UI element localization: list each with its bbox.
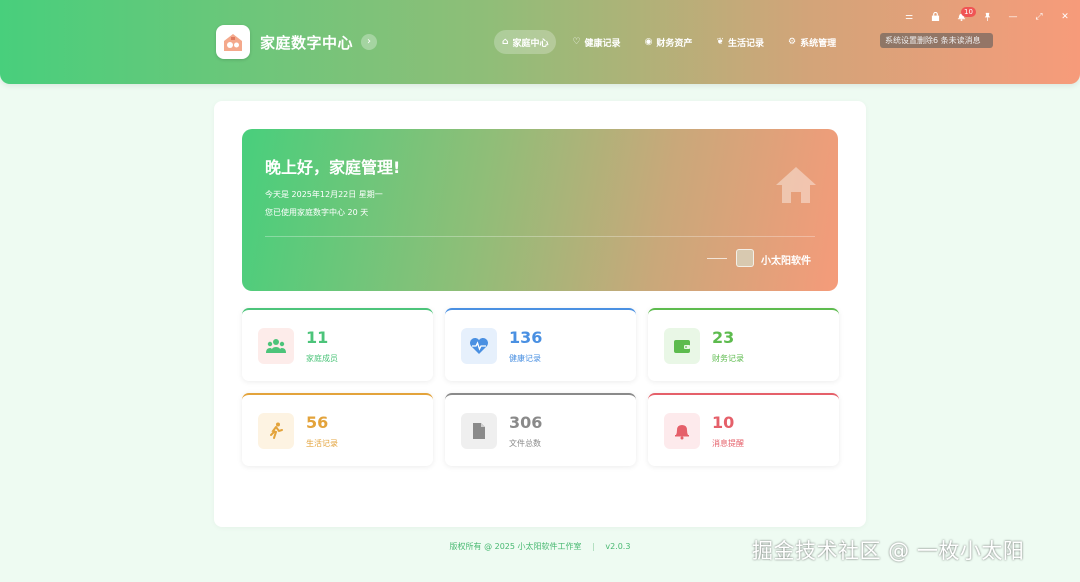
banner-divider	[265, 236, 815, 237]
signature-dash	[707, 258, 727, 259]
nav-label: 生活记录	[727, 38, 764, 49]
nav-item-home[interactable]: ⌂ 家庭中心	[494, 30, 557, 54]
leaf-icon: ❦	[716, 37, 724, 47]
top-header: 家庭数字中心 › ⌂ 家庭中心 ♡ 健康记录 ◉ 财务资产 ❦ 生活记录 ⚙ 系…	[0, 0, 1080, 84]
stat-card-life[interactable]: 56 生活记录	[242, 393, 433, 466]
home-icon: ⌂	[502, 37, 509, 47]
lock-icon[interactable]	[922, 9, 948, 25]
window-controls: ⚌ 10 — ⤢ ✕	[896, 7, 1078, 25]
stat-value: 56	[306, 413, 329, 432]
welcome-banner: 晚上好，家庭管理! 今天是 2025年12月22日 星期一 您已使用家庭数字中心…	[242, 129, 838, 291]
house-logo-icon	[224, 34, 242, 51]
signature-name: 小太阳软件	[761, 256, 811, 267]
stat-value: 136	[509, 328, 543, 347]
footer-separator: |	[592, 542, 595, 551]
nav-item-life[interactable]: ❦ 生活记录	[708, 30, 772, 54]
date-text: 今天是 2025年12月22日 星期一	[265, 190, 383, 199]
close-icon[interactable]: ✕	[1052, 9, 1078, 25]
stat-value: 11	[306, 328, 329, 347]
stat-label: 健康记录	[509, 354, 541, 363]
collapse-button[interactable]: ›	[361, 34, 377, 50]
house-icon	[776, 167, 816, 203]
coins-icon: ◉	[644, 37, 653, 47]
stat-label: 家庭成员	[306, 354, 338, 363]
heartbeat-icon	[461, 328, 497, 364]
nav-item-health[interactable]: ♡ 健康记录	[564, 30, 628, 54]
settings-icon[interactable]: ⚌	[896, 9, 922, 25]
notification-tooltip: 系统设置删除6 条未读消息	[880, 33, 993, 48]
cogs-icon: ⚙	[788, 37, 797, 47]
running-icon	[258, 413, 294, 449]
stat-value: 10	[712, 413, 735, 432]
copyright-text: 版权所有 @ 2025 小太阳软件工作室	[449, 542, 582, 551]
stat-label: 文件总数	[509, 439, 541, 448]
stat-label: 生活记录	[306, 439, 338, 448]
app-logo[interactable]	[216, 25, 250, 59]
stat-label: 财务记录	[712, 354, 744, 363]
minimize-icon[interactable]: —	[1000, 9, 1026, 25]
file-icon	[461, 413, 497, 449]
bell-icon[interactable]: 10	[948, 7, 976, 25]
nav-label: 健康记录	[584, 38, 621, 49]
dashboard-panel: 晚上好，家庭管理! 今天是 2025年12月22日 星期一 您已使用家庭数字中心…	[214, 101, 866, 527]
stat-card-finance[interactable]: 23 财务记录	[648, 308, 839, 381]
signature-avatar	[736, 249, 754, 267]
stat-card-messages[interactable]: 10 消息提醒	[648, 393, 839, 466]
app-title: 家庭数字中心	[260, 34, 354, 52]
stat-card-files[interactable]: 306 文件总数	[445, 393, 636, 466]
nav-label: 家庭中心	[512, 38, 549, 49]
version-text: v2.0.3	[605, 542, 631, 551]
bell-alert-icon	[664, 413, 700, 449]
stat-label: 消息提醒	[712, 439, 744, 448]
watermark: 掘金技术社区 @ 一枚小太阳	[752, 539, 1025, 563]
wallet-icon	[664, 328, 700, 364]
stat-card-family[interactable]: 11 家庭成员	[242, 308, 433, 381]
main-nav: ⌂ 家庭中心 ♡ 健康记录 ◉ 财务资产 ❦ 生活记录 ⚙ 系统管理	[494, 30, 844, 54]
users-icon	[258, 328, 294, 364]
nav-label: 系统管理	[800, 38, 837, 49]
pin-icon[interactable]	[974, 9, 1000, 25]
stat-value: 23	[712, 328, 735, 347]
usage-days-text: 您已使用家庭数字中心 20 天	[265, 208, 369, 217]
heart-icon: ♡	[572, 37, 581, 47]
nav-label: 财务资产	[656, 38, 693, 49]
maximize-icon[interactable]: ⤢	[1026, 9, 1052, 25]
nav-item-system[interactable]: ⚙ 系统管理	[780, 30, 844, 54]
stat-card-health[interactable]: 136 健康记录	[445, 308, 636, 381]
greeting-title: 晚上好，家庭管理!	[265, 158, 401, 177]
stat-value: 306	[509, 413, 543, 432]
nav-item-finance[interactable]: ◉ 财务资产	[637, 30, 701, 54]
